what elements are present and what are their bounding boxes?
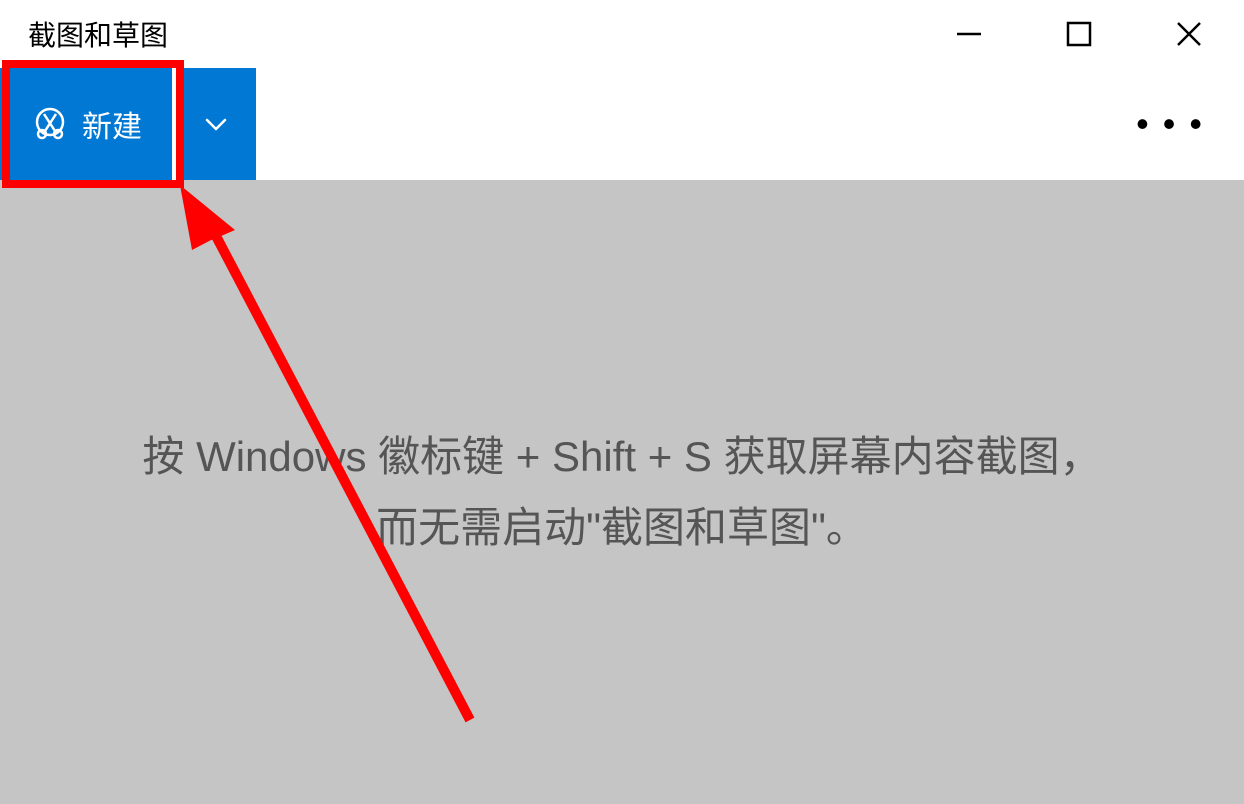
empty-state-hint: 按 Windows 徽标键 + Shift + S 获取屏幕内容截图， 而无需启… [82, 421, 1161, 564]
maximize-button[interactable] [1024, 0, 1134, 68]
scissors-icon [30, 104, 70, 144]
new-snip-dropdown-button[interactable] [176, 68, 256, 180]
toolbar-left: 新建 [0, 68, 256, 180]
content-area: 按 Windows 徽标键 + Shift + S 获取屏幕内容截图， 而无需启… [0, 180, 1244, 804]
window-title: 截图和草图 [28, 14, 168, 54]
toolbar-right: • • • [1128, 107, 1244, 141]
maximize-icon [1065, 20, 1093, 48]
window-controls [914, 0, 1244, 68]
toolbar: 新建 • • • [0, 68, 1244, 180]
more-options-button[interactable]: • • • [1128, 107, 1212, 141]
minimize-button[interactable] [914, 0, 1024, 68]
titlebar: 截图和草图 [0, 0, 1244, 68]
minimize-icon [955, 20, 983, 48]
close-icon [1175, 20, 1203, 48]
ellipsis-icon: • • • [1136, 115, 1204, 133]
hint-line-2: 而无需启动"截图和草图"。 [376, 504, 868, 551]
hint-line-1: 按 Windows 徽标键 + Shift + S 获取屏幕内容截图， [142, 433, 1101, 480]
chevron-down-icon [202, 110, 230, 138]
app-window: 截图和草图 [0, 0, 1244, 804]
new-snip-button[interactable]: 新建 [0, 68, 172, 180]
close-button[interactable] [1134, 0, 1244, 68]
new-button-label: 新建 [82, 102, 142, 146]
